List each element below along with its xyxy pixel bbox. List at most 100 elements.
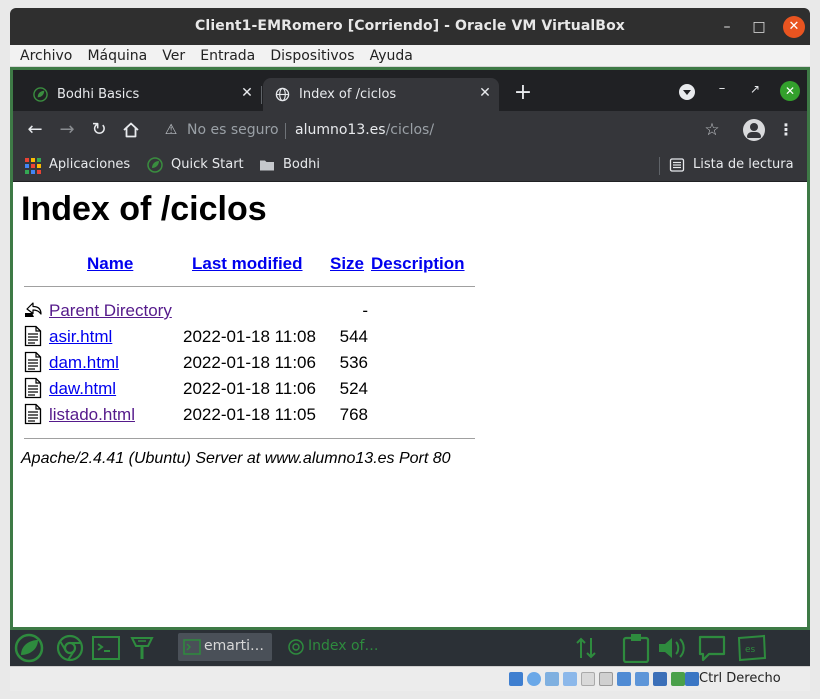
file-modified: 2022-01-18 11:06: [183, 353, 316, 372]
folder-icon: [260, 160, 274, 171]
file-manager-launcher-icon[interactable]: [126, 633, 158, 663]
tab-search-icon[interactable]: [679, 84, 695, 100]
column-header-size[interactable]: Size: [330, 254, 364, 274]
menu-ayuda[interactable]: Ayuda: [370, 45, 413, 67]
storage-icon[interactable]: [509, 672, 523, 686]
menu-entrada[interactable]: Entrada: [200, 45, 255, 67]
bodhi-leaf-icon: [147, 157, 163, 173]
keyboard-layout-icon[interactable]: es: [736, 633, 768, 663]
menu-ver[interactable]: Ver: [162, 45, 185, 67]
browser-close-icon[interactable]: ✕: [780, 81, 800, 101]
tab-close-icon[interactable]: ✕: [239, 85, 255, 101]
vm-screen[interactable]: Bodhi Basics ✕ Index of /ciclos ✕ + – ↗ …: [10, 67, 810, 630]
column-header-last-modified[interactable]: Last modified: [192, 254, 303, 274]
tab-bodhi-basics[interactable]: Bodhi Basics ✕: [21, 78, 261, 111]
file-link-dam[interactable]: dam.html: [49, 353, 119, 373]
browser-minimize-icon[interactable]: –: [715, 82, 729, 96]
chrome-icon: [288, 639, 304, 655]
file-modified: 2022-01-18 11:05: [183, 405, 316, 424]
file-modified: 2022-01-18 11:08: [183, 327, 316, 346]
tab-label: Index of /ciclos: [299, 87, 397, 102]
chrome-launcher-icon[interactable]: [54, 633, 86, 663]
menu-maquina[interactable]: Máquina: [87, 45, 147, 67]
file-link-listado[interactable]: listado.html: [49, 405, 135, 425]
host-key-label: Ctrl Derecho: [699, 671, 781, 686]
recording-icon[interactable]: [635, 672, 649, 686]
url-host: alumno13.es: [295, 122, 386, 138]
audio-icon[interactable]: [545, 672, 559, 686]
table-row: listado.html 2022-01-18 11:05 768: [23, 403, 483, 427]
menu-archivo[interactable]: Archivo: [20, 45, 72, 67]
text-file-icon: [24, 377, 42, 399]
file-size: 768: [339, 405, 368, 424]
vbox-menu-bar: Archivo Máquina Ver Entrada Dispositivos…: [10, 45, 810, 67]
vbox-status-bar: Ctrl Derecho: [10, 666, 810, 691]
maximize-icon[interactable]: □: [749, 17, 769, 37]
bookmark-label: Quick Start: [171, 157, 244, 172]
vbox-title-bar: Client1-EMRomero [Corriendo] - Oracle VM…: [10, 8, 810, 45]
text-file-icon: [24, 325, 42, 347]
divider: [24, 438, 475, 439]
menu-dispositivos[interactable]: Dispositivos: [270, 45, 354, 67]
tab-strip: Bodhi Basics ✕ Index of /ciclos ✕ + – ↗ …: [13, 70, 807, 111]
file-size: 524: [339, 379, 368, 398]
file-size: 544: [339, 327, 368, 346]
page-title: Index of /ciclos: [21, 190, 267, 228]
virtualization-icon[interactable]: [653, 672, 667, 686]
column-header-name[interactable]: Name: [87, 254, 133, 274]
close-icon[interactable]: ✕: [783, 16, 805, 38]
tab-close-icon[interactable]: ✕: [477, 85, 493, 101]
taskbar-label: emarti…: [204, 638, 264, 654]
volume-icon[interactable]: [656, 633, 688, 663]
security-label[interactable]: No es seguro: [187, 122, 279, 138]
shared-folders-icon[interactable]: [599, 672, 613, 686]
text-file-icon: [24, 351, 42, 373]
table-row: daw.html 2022-01-18 11:06 524: [23, 377, 483, 401]
file-link-asir[interactable]: asir.html: [49, 327, 112, 347]
optical-drive-icon[interactable]: [527, 672, 541, 686]
bookmark-label: Aplicaciones: [49, 157, 131, 172]
browser-toolbar: ← → ↻ ⚠ No es seguro alumno13.es/ciclos/…: [13, 111, 807, 149]
network-icon[interactable]: [563, 672, 577, 686]
usb-icon[interactable]: [581, 672, 595, 686]
warning-icon[interactable]: ⚠: [163, 122, 179, 138]
network-arrows-icon[interactable]: [570, 633, 602, 663]
display-icon[interactable]: [617, 672, 631, 686]
window-title: Client1-EMRomero [Corriendo] - Oracle VM…: [195, 18, 625, 34]
file-link-daw[interactable]: daw.html: [49, 379, 116, 399]
keyboard-capture-icon[interactable]: [685, 672, 699, 686]
table-row: Parent Directory -: [23, 299, 483, 323]
column-header-description[interactable]: Description: [371, 254, 465, 274]
new-tab-icon[interactable]: +: [511, 82, 535, 106]
profile-icon[interactable]: [743, 119, 765, 141]
address-bar[interactable]: ⚠ No es seguro alumno13.es/ciclos/ ☆: [153, 116, 723, 144]
divider: [24, 286, 475, 287]
taskbar-item-terminal[interactable]: emarti…: [178, 633, 272, 661]
globe-icon: [275, 87, 290, 102]
home-icon[interactable]: [121, 120, 141, 140]
kebab-menu-icon[interactable]: ⋮: [778, 120, 794, 140]
back-arrow-icon[interactable]: ←: [25, 120, 45, 140]
server-signature: Apache/2.4.41 (Ubuntu) Server at www.alu…: [21, 450, 451, 467]
bookmarks-bar: Aplicaciones Quick Start Bodhi Lista de …: [13, 149, 807, 182]
file-size: 536: [339, 353, 368, 372]
browser-restore-icon[interactable]: ↗: [748, 82, 762, 96]
file-size: -: [362, 301, 368, 320]
terminal-launcher-icon[interactable]: [90, 633, 122, 663]
mouse-integration-icon[interactable]: [671, 672, 685, 686]
chat-bubble-icon[interactable]: [696, 633, 728, 663]
minimize-icon[interactable]: –: [717, 17, 737, 37]
star-icon[interactable]: ☆: [702, 120, 722, 140]
taskbar-item-browser[interactable]: Index of…: [282, 633, 379, 661]
table-row: asir.html 2022-01-18 11:08 544: [23, 325, 483, 349]
file-link-parent-directory[interactable]: Parent Directory: [49, 301, 172, 321]
bookmark-label: Bodhi: [283, 157, 320, 172]
forward-arrow-icon[interactable]: →: [57, 120, 77, 140]
reload-icon[interactable]: ↻: [89, 120, 109, 140]
clipboard-icon[interactable]: [620, 633, 652, 663]
tab-index-of-ciclos[interactable]: Index of /ciclos ✕: [263, 78, 499, 111]
page-content: Index of /ciclos Name Last modified Size…: [13, 182, 807, 627]
apps-grid-icon: [25, 158, 41, 174]
url-text[interactable]: alumno13.es/ciclos/: [295, 122, 434, 138]
bodhi-menu-icon[interactable]: [12, 633, 46, 663]
